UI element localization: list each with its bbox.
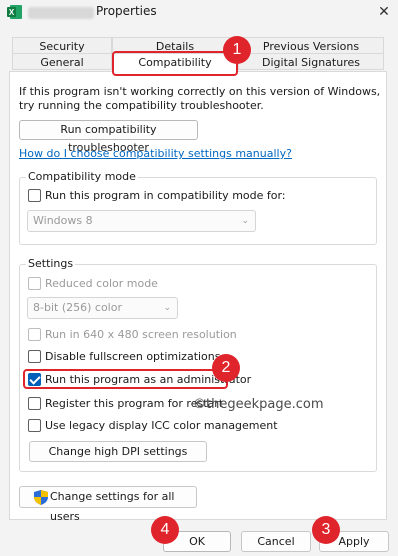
redacted-filename	[28, 7, 94, 19]
color-depth-value: 8-bit (256) color	[33, 301, 122, 314]
run-troubleshooter-button[interactable]: Run compatibility troubleshooter	[19, 120, 198, 154]
intro-line-2: try running the compatibility troublesho…	[19, 99, 264, 112]
svg-text:X: X	[9, 8, 15, 17]
reduced-color-label: Reduced color mode	[45, 277, 158, 290]
register-restart-checkbox[interactable]	[28, 397, 41, 410]
settings-label: Settings	[26, 257, 76, 270]
os-select[interactable]: Windows 8 ⌄	[27, 210, 256, 232]
excel-icon: X	[7, 5, 22, 19]
compatibility-mode-label: Compatibility mode	[26, 170, 138, 183]
legacy-icc-checkbox[interactable]	[28, 419, 41, 432]
run-640-checkbox[interactable]	[28, 328, 41, 341]
window-title: Properties	[96, 4, 157, 18]
cancel-button[interactable]: Cancel	[241, 531, 311, 552]
shield-icon	[34, 490, 48, 505]
tab-previous-versions[interactable]: Previous Versions	[238, 37, 384, 54]
tab-security[interactable]: Security	[12, 37, 112, 54]
callout-2: 2	[212, 354, 240, 382]
compatibility-help-link[interactable]: How do I choose compatibility settings m…	[19, 147, 292, 160]
tab-general[interactable]: General	[12, 53, 112, 70]
intro-line-1: If this program isn't working correctly …	[19, 85, 381, 98]
compatibility-mode-checkbox-label: Run this program in compatibility mode f…	[45, 189, 286, 202]
run-640-label: Run in 640 x 480 screen resolution	[45, 328, 237, 341]
reduced-color-checkbox[interactable]	[28, 277, 41, 290]
disable-fullscreen-label: Disable fullscreen optimizations	[45, 350, 221, 363]
chevron-down-icon: ⌄	[163, 303, 171, 313]
chevron-down-icon: ⌄	[241, 216, 249, 226]
change-dpi-button[interactable]: Change high DPI settings	[29, 441, 207, 462]
change-all-users-button[interactable]: Change settings for all users	[19, 486, 197, 523]
watermark: ©thegeekpage.com	[193, 397, 324, 412]
compatibility-tab-highlight	[112, 51, 238, 76]
compatibility-mode-checkbox[interactable]	[28, 189, 41, 202]
color-depth-select[interactable]: 8-bit (256) color ⌄	[27, 297, 178, 319]
legacy-icc-label: Use legacy display ICC color management	[45, 419, 278, 432]
tab-digital-signatures[interactable]: Digital Signatures	[238, 53, 384, 70]
os-select-value: Windows 8	[33, 214, 93, 227]
callout-3: 3	[312, 516, 340, 544]
run-as-admin-checkbox[interactable]	[28, 373, 41, 386]
disable-fullscreen-checkbox[interactable]	[28, 350, 41, 363]
callout-4: 4	[151, 516, 179, 544]
close-button[interactable]: ✕	[374, 2, 394, 22]
callout-1: 1	[223, 36, 251, 64]
